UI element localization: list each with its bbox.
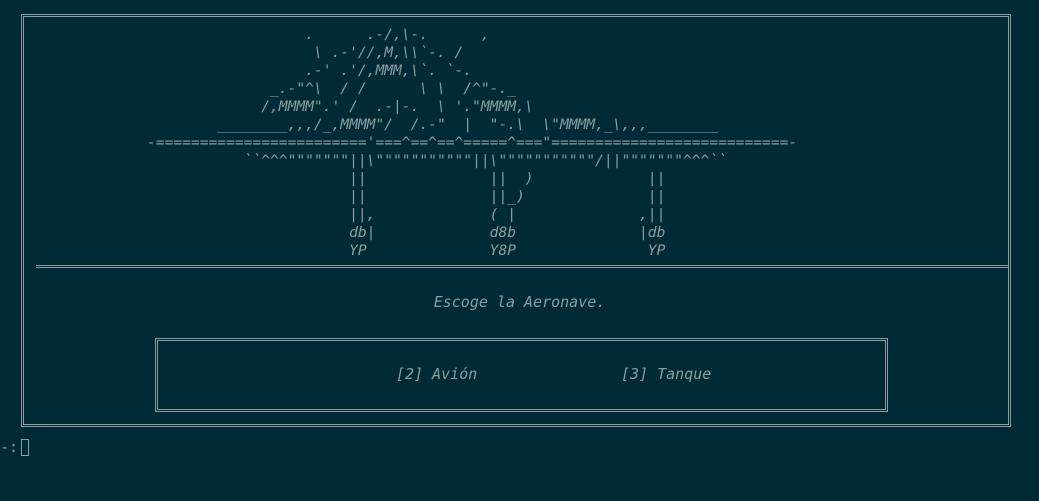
choose-aircraft-title: Escoge la Aeronave. [433,293,606,311]
option-tanque[interactable]: [3] Tanque [621,364,711,384]
option-avion[interactable]: [2] Avión [396,364,477,384]
command-line[interactable]: -: [0,437,30,457]
command-prompt: -: [0,438,19,456]
aircraft-ascii-art: . .-/,\-. , \ .-'//,M,\\`-. / .-' .'/,MM… [147,26,798,259]
section-divider [36,265,1008,268]
text-cursor [21,438,30,456]
options-panel [155,338,888,412]
